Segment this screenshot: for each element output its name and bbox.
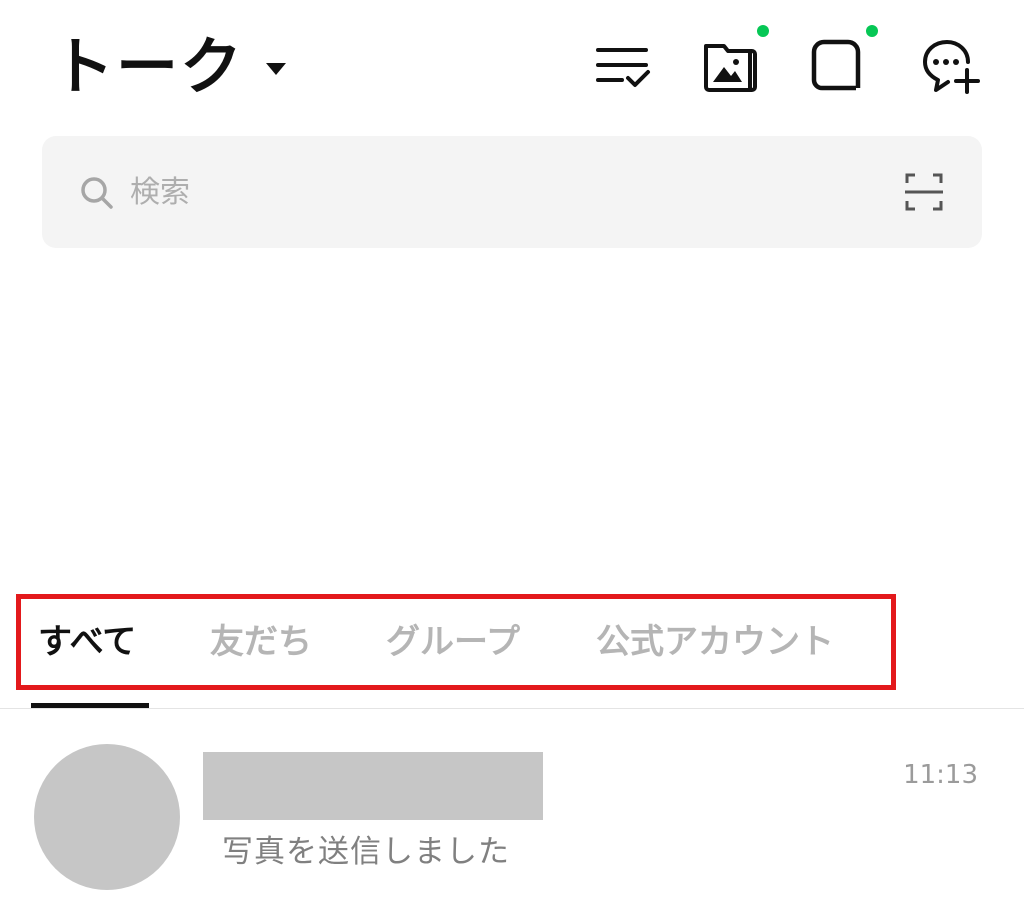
- notification-dot: [757, 25, 769, 37]
- title-dropdown[interactable]: トーク: [52, 22, 287, 112]
- header: トーク: [0, 0, 1024, 130]
- qr-scan-icon[interactable]: [904, 172, 944, 212]
- caret-down-icon: [266, 63, 287, 75]
- divider: [0, 708, 1024, 709]
- tabs-highlight-box: [16, 594, 896, 690]
- new-chat-icon: [923, 40, 980, 94]
- photo-album-button[interactable]: [700, 36, 760, 96]
- page-title: トーク: [52, 30, 245, 103]
- new-chat-button[interactable]: [920, 36, 980, 96]
- timestamp: 11:13: [903, 760, 978, 790]
- square-chat-icon: [811, 39, 861, 91]
- chat-list-item[interactable]: 写真を送信しました 11:13: [0, 740, 1024, 890]
- message-preview: 写真を送信しました: [222, 834, 510, 870]
- photo-album-icon: [704, 44, 757, 92]
- notification-dot: [866, 25, 878, 37]
- search-icon: [81, 177, 113, 209]
- edit-list-icon: [596, 48, 650, 87]
- edit-list-button[interactable]: [592, 36, 652, 96]
- search-bar[interactable]: [42, 136, 982, 248]
- search-input[interactable]: [130, 170, 830, 214]
- chat-name-redacted: [203, 752, 543, 820]
- square-chat-button[interactable]: [808, 36, 868, 96]
- avatar: [34, 744, 180, 890]
